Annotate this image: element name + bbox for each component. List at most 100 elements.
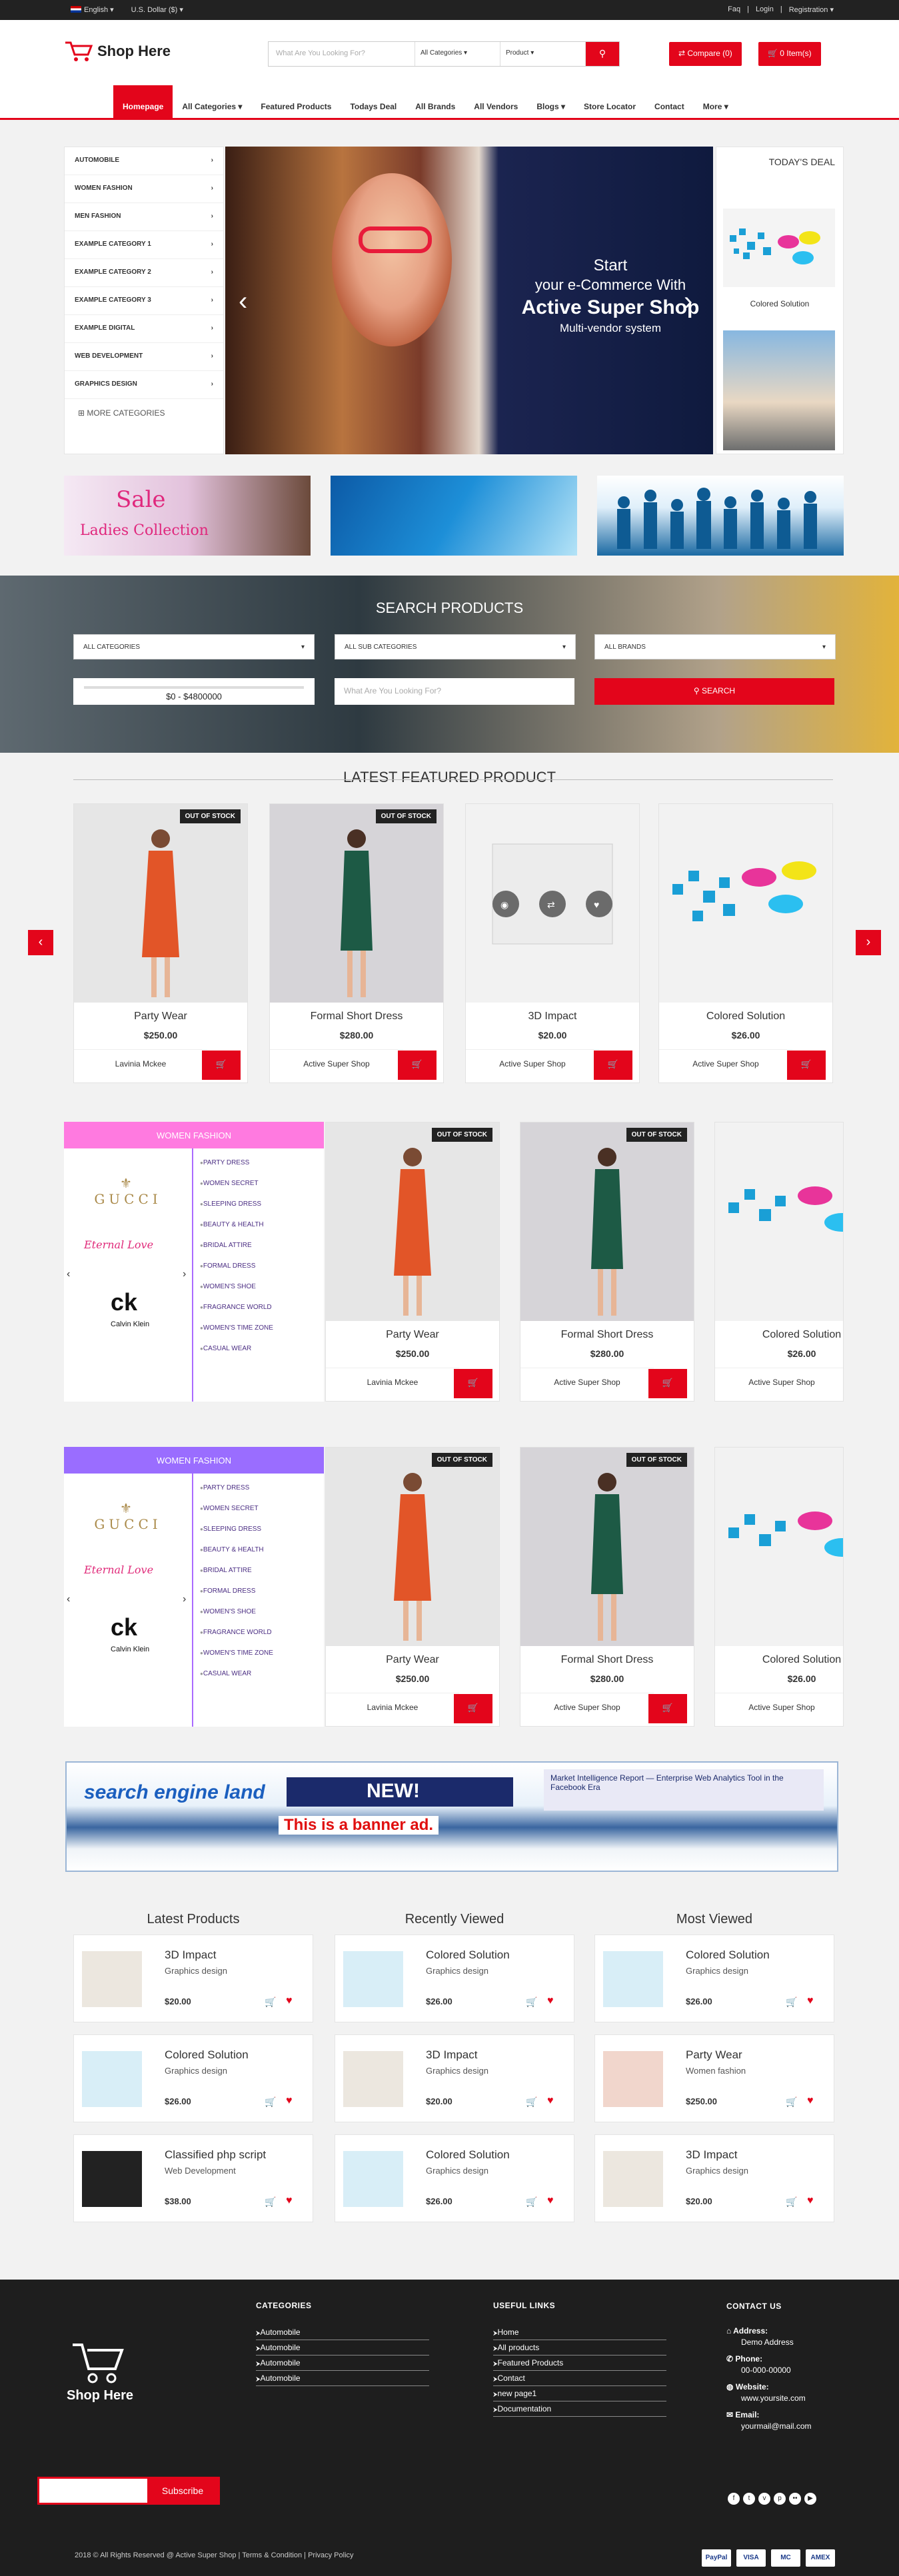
nav-all-vendors[interactable]: All Vendors — [464, 85, 527, 118]
product-name[interactable]: Colored Solution — [715, 1654, 843, 1666]
pinterest-icon[interactable]: p — [774, 2493, 786, 2505]
ck-logo[interactable]: ck — [111, 1613, 137, 1641]
list-item[interactable]: Colored Solution Graphics design $26.00 🛒 ♥ — [594, 1934, 834, 2022]
category-item[interactable]: WEB DEVELOPMENT › — [65, 343, 223, 371]
subcategory-link[interactable]: WOMEN SECRET — [200, 1173, 324, 1194]
heart-icon[interactable]: ♥ — [547, 2095, 554, 2107]
subcategory-link[interactable]: FORMAL DRESS — [200, 1256, 324, 1276]
list-item[interactable]: 3D Impact Graphics design $20.00 🛒 ♥ — [335, 2034, 574, 2122]
footer-link-home[interactable]: Home — [493, 2325, 666, 2340]
all-categories-select[interactable]: ALL CATEGORIES ▾ — [73, 634, 315, 659]
currency-select[interactable]: U.S. Dollar ($) ▾ — [131, 5, 183, 14]
youtube-icon[interactable]: ▶ — [804, 2493, 816, 2505]
product-vendor[interactable]: Lavinia Mckee — [74, 1049, 207, 1078]
registration-link[interactable]: Registration ▾ — [789, 5, 834, 14]
list-item[interactable]: Colored Solution Graphics design $26.00 🛒 ♥ — [73, 2034, 313, 2122]
product-card[interactable]: OUT OF STOCK Party Wear $250.00 Lavinia … — [73, 803, 248, 1083]
list-item[interactable]: Party Wear Women fashion $250.00 🛒 ♥ — [594, 2034, 834, 2122]
subcategory-link[interactable]: SLEEPING DRESS — [200, 1194, 324, 1214]
product-name[interactable]: Party Wear — [326, 1329, 499, 1341]
vimeo-icon[interactable]: v — [758, 2493, 770, 2505]
add-to-cart-button[interactable]: 🛒 — [398, 1051, 437, 1080]
subcategory-link[interactable]: BRIDAL ATTIRE — [200, 1560, 324, 1581]
subcategory-link[interactable]: BRIDAL ATTIRE — [200, 1235, 324, 1256]
ad-banner[interactable]: search engine land NEW! Market Intellige… — [65, 1761, 838, 1872]
product-vendor[interactable]: Lavinia Mckee — [326, 1693, 459, 1722]
heart-icon[interactable]: ♥ — [286, 2095, 293, 2107]
product-vendor[interactable]: Active Super Shop — [270, 1049, 403, 1078]
product-name[interactable]: Formal Short Dress — [520, 1654, 694, 1666]
product-name[interactable]: Party Wear — [74, 1011, 247, 1023]
eternal-love-logo[interactable]: Eternal Love — [84, 1238, 153, 1251]
subcategory-link[interactable]: PARTY DRESS — [200, 1478, 324, 1498]
category-item[interactable]: EXAMPLE CATEGORY 1 › — [65, 231, 223, 259]
add-to-cart-button[interactable]: 🛒 — [202, 1051, 241, 1080]
subcategory-link[interactable]: BEAUTY & HEALTH — [200, 1539, 324, 1560]
add-to-cart-button[interactable]: 🛒 — [454, 1369, 492, 1398]
slider-next-arrow[interactable]: › — [684, 286, 692, 316]
heart-icon[interactable]: ♥ — [286, 1995, 293, 2007]
footer-link-new-page[interactable]: new page1 — [493, 2386, 666, 2401]
nav-all-brands[interactable]: All Brands — [406, 85, 464, 118]
login-link[interactable]: Login — [756, 5, 774, 14]
compare-button[interactable]: ⇄ Compare (0) — [669, 42, 742, 66]
category-item[interactable]: EXAMPLE DIGITAL › — [65, 315, 223, 343]
product-name[interactable]: 3D Impact — [466, 1011, 639, 1023]
add-to-cart-button[interactable]: 🛒 — [648, 1369, 687, 1398]
footer-category-link[interactable]: Automobile — [256, 2325, 429, 2340]
subcategory-link[interactable]: WOMEN'S TIME ZONE — [200, 1643, 324, 1663]
product-card[interactable]: OUT OF STOCK Formal Short Dress $280.00 … — [269, 803, 444, 1083]
subcategory-link[interactable]: CASUAL WEAR — [200, 1338, 324, 1359]
brand-prev-arrow[interactable]: ‹ — [67, 1593, 70, 1605]
cart-icon[interactable]: 🛒 — [265, 1996, 276, 2008]
product-name[interactable]: Formal Short Dress — [270, 1011, 443, 1023]
list-item[interactable]: Classified php script Web Development $38.… — [73, 2134, 313, 2222]
more-categories-link[interactable]: ⊞ MORE CATEGORIES — [65, 399, 223, 427]
category-item[interactable]: EXAMPLE CATEGORY 2 › — [65, 259, 223, 287]
subcategory-link[interactable]: SLEEPING DRESS — [200, 1519, 324, 1539]
heart-icon[interactable]: ♥ — [807, 1995, 814, 2007]
twitter-icon[interactable]: t — [743, 2493, 755, 2505]
search-products-button[interactable]: ⚲ SEARCH — [594, 678, 834, 705]
add-to-cart-button[interactable]: 🛒 — [787, 1051, 826, 1080]
featured-next-arrow[interactable]: › — [856, 930, 881, 955]
product-card[interactable]: ◉ ⇄ ♥ 3D Impact $20.00 Active Super Shop 🛒 — [465, 803, 640, 1083]
subcategory-link[interactable]: CASUAL WEAR — [200, 1663, 324, 1684]
cart-button[interactable]: 🛒 0 Item(s) — [758, 42, 821, 66]
nav-all-categories[interactable]: All Categories ▾ — [173, 85, 251, 118]
category-item[interactable]: WOMEN FASHION › — [65, 175, 223, 203]
nav-contact[interactable]: Contact — [645, 85, 694, 118]
cart-icon[interactable]: 🛒 — [265, 2196, 276, 2208]
heart-icon[interactable]: ♥ — [547, 1995, 554, 2007]
heart-icon[interactable]: ♥ — [807, 2195, 814, 2207]
product-card[interactable]: Colored Solution $26.00 Active Super Sho… — [714, 1122, 844, 1402]
add-to-cart-button[interactable]: 🛒 — [454, 1694, 492, 1723]
list-item[interactable]: 3D Impact Graphics design $20.00 🛒 ♥ — [73, 1934, 313, 2022]
product-card[interactable]: OUT OF STOCK Formal Short Dress $280.00 … — [520, 1122, 694, 1402]
slider-prev-arrow[interactable]: ‹ — [239, 286, 247, 316]
nav-blogs[interactable]: Blogs ▾ — [527, 85, 574, 118]
category-item[interactable]: EXAMPLE CATEGORY 3 › — [65, 287, 223, 315]
product-card[interactable]: OUT OF STOCK Formal Short Dress $280.00 … — [520, 1447, 694, 1727]
product-name[interactable]: Party Wear — [326, 1654, 499, 1666]
nav-todays-deal[interactable]: Todays Deal — [341, 85, 406, 118]
subcategory-link[interactable]: WOMEN'S SHOE — [200, 1601, 324, 1622]
product-vendor[interactable]: Active Super Shop — [715, 1368, 843, 1397]
product-vendor[interactable]: Active Super Shop — [466, 1049, 599, 1078]
site-logo[interactable]: Shop Here — [64, 40, 171, 63]
category-item[interactable]: AUTOMOBILE › — [65, 147, 223, 175]
subcategory-link[interactable]: PARTY DRESS — [200, 1152, 324, 1173]
product-name[interactable]: Colored Solution — [715, 1329, 843, 1341]
product-name[interactable]: Formal Short Dress — [520, 1329, 694, 1341]
brand-next-arrow[interactable]: › — [183, 1593, 186, 1605]
footer-category-link[interactable]: Automobile — [256, 2356, 429, 2371]
flickr-icon[interactable]: •• — [789, 2493, 801, 2505]
type-select[interactable]: Product ▾ — [500, 42, 586, 66]
footer-category-link[interactable]: Automobile — [256, 2371, 429, 2386]
subscribe-button[interactable]: Subscribe — [147, 2479, 218, 2503]
subcategory-link[interactable]: WOMEN SECRET — [200, 1498, 324, 1519]
subcategory-link[interactable]: WOMEN'S SHOE — [200, 1276, 324, 1297]
gucci-logo[interactable]: ⚜ GUCCI — [88, 1175, 168, 1207]
heart-icon[interactable]: ♥ — [286, 2195, 293, 2207]
business-banner[interactable] — [597, 476, 844, 556]
